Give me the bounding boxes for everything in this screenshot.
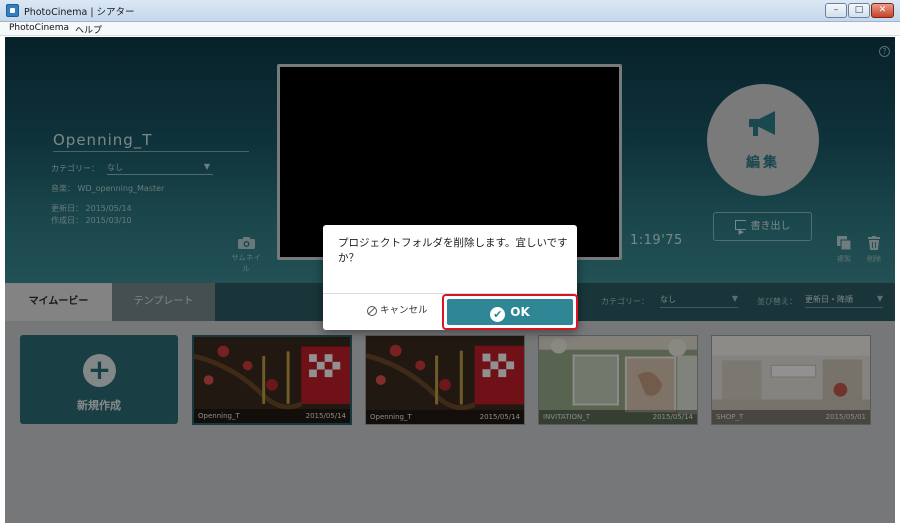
cancel-icon — [367, 306, 377, 316]
window-title: PhotoCinema | シアター — [24, 7, 135, 18]
cancel-label: キャンセル — [380, 305, 428, 316]
menu-photocinema[interactable]: PhotoCinema — [9, 23, 69, 33]
maximize-button[interactable]: □ — [848, 3, 870, 18]
cancel-button[interactable]: キャンセル — [349, 302, 449, 320]
ok-button-highlight: ✔ OK — [442, 294, 578, 330]
check-icon: ✔ — [490, 307, 506, 322]
app-content: ? Openning_T カテゴリー： なし ▼ 音楽： WD_openning… — [5, 37, 895, 523]
ok-label: OK — [510, 305, 530, 319]
menu-bar: PhotoCinema ヘルプ — [0, 22, 900, 36]
menu-help[interactable]: ヘルプ — [75, 23, 102, 36]
dialog-message: プロジェクトフォルダを削除します。宜しいですか？ — [338, 237, 568, 264]
app-logo-icon — [6, 4, 19, 17]
ok-button[interactable]: ✔ OK — [447, 299, 573, 325]
close-button[interactable]: ✕ — [871, 3, 894, 18]
minimize-button[interactable]: – — [825, 3, 847, 18]
window-titlebar: PhotoCinema | シアター – □ ✕ — [0, 0, 900, 22]
